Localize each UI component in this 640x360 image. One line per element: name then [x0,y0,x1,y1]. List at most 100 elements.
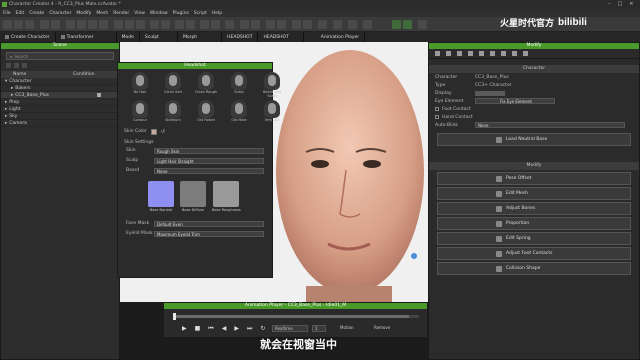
visibility-icon[interactable] [97,93,101,97]
hand-contact-checkbox[interactable] [435,115,439,119]
skin-dropdown[interactable]: Rough Skin [154,147,264,154]
maximize-icon[interactable]: □ [618,1,623,7]
light-icon[interactable] [150,20,159,29]
animation-player-tab[interactable]: Animation Player [316,32,366,42]
expand-icon[interactable]: ▸ [11,93,13,98]
select-icon[interactable] [66,20,75,29]
menu-window[interactable]: Window [150,11,168,16]
minimize-icon[interactable]: – [608,1,611,7]
menu-mesh[interactable]: Mesh [96,11,108,16]
redo-icon[interactable] [51,20,60,29]
headshot-tab[interactable]: HEADSHOT [222,32,259,42]
scene-tab-icon[interactable] [14,63,19,68]
menu-edit[interactable]: Edit [16,11,25,16]
view-icon[interactable] [186,20,195,29]
expand-icon[interactable]: ▸ [5,121,7,126]
menu-modify[interactable]: Modify [76,11,91,16]
map-diffuse[interactable]: Base Diffuse [180,180,206,212]
modify-tab-icon[interactable] [490,51,495,56]
head-preset[interactable]: Scalp [225,72,253,98]
bone-icon[interactable] [251,20,260,29]
foot-contact-checkbox[interactable] [435,107,439,111]
scalp-dropdown[interactable]: Light Hair Straight [154,157,264,164]
modify-tab-icon[interactable] [523,51,528,56]
undo-icon[interactable] [40,20,49,29]
export-icon[interactable] [363,20,372,29]
edit-mesh-button[interactable]: Edit Mesh [437,187,631,200]
edit-spring-button[interactable]: Edit Spring [437,232,631,245]
head-preset[interactable]: Beard and Scalp [258,72,286,98]
body-icon[interactable] [277,20,286,29]
scene-item-bakers[interactable]: ▸ Bakers [1,85,119,92]
expand-icon[interactable]: ▾ [5,79,7,84]
scene-item-prop[interactable]: ▸ Prop [1,99,119,106]
plugin2-icon[interactable] [403,20,412,29]
menu-render[interactable]: Render [113,11,129,16]
plugin-icon[interactable] [392,20,401,29]
headshot2-tab[interactable]: HEADSHOT [258,32,304,42]
eyelid-mask-dropdown[interactable]: Maximum Eyelid Trim [154,230,264,237]
open-icon[interactable] [14,20,23,29]
menu-help[interactable]: Help [212,11,222,16]
menu-character[interactable]: Character [49,11,71,16]
scene-tab-icon[interactable] [22,63,27,68]
accessory-icon[interactable] [348,20,357,29]
prev-icon[interactable]: ⏮ [208,325,213,333]
eye-element-button[interactable]: Fix Eye Element [475,98,555,104]
camera-icon[interactable] [114,20,123,29]
morph-icon[interactable] [240,20,249,29]
motion-button[interactable]: Motion [340,325,354,330]
collision-shape-button[interactable]: Collision Shape [437,262,631,275]
pan-icon[interactable] [136,20,145,29]
load-neutral-button[interactable]: Load Neutral Base [437,133,631,146]
modify-tab-icon[interactable] [468,51,473,56]
render-icon[interactable] [161,20,170,29]
modify-tab-icon[interactable] [501,51,506,56]
new-icon[interactable] [3,20,12,29]
expand-icon[interactable]: ▸ [5,107,7,112]
transformer-tab[interactable]: Transformer [56,32,117,42]
map-roughness[interactable]: Base Roughness [212,180,241,212]
texture-icon[interactable] [225,20,234,29]
wire-icon[interactable] [200,20,209,29]
display-icons[interactable] [475,90,505,96]
face-mask-dropdown[interactable]: Default Even [154,220,264,227]
remove-button[interactable]: Remove [374,325,390,330]
frame-field[interactable]: 1 [312,325,326,332]
head-preset[interactable]: Old Faded [192,100,220,123]
grid-icon[interactable] [175,20,184,29]
morph-tab[interactable]: Morph [178,32,223,42]
proportion-button[interactable]: Proportion [437,217,631,230]
head-preset[interactable]: Contour [126,100,154,123]
head-preset[interactable]: Very Old [258,100,286,123]
adjust-bones-button[interactable]: Adjust Bones [437,202,631,215]
expand-icon[interactable]: ▸ [5,100,7,105]
forward-icon[interactable]: ▶ [234,325,239,333]
scene-item-character[interactable]: ▾ Character [1,78,119,85]
menu-view[interactable]: View [134,11,145,16]
stop-icon[interactable]: ■ [195,325,201,333]
scene-item-light[interactable]: ▸ Light [1,106,119,113]
save-icon[interactable] [25,20,34,29]
shade-icon[interactable] [211,20,220,29]
cloth-icon[interactable] [333,20,342,29]
head-preset[interactable]: Sideburn [159,100,187,123]
expand-icon[interactable]: ▸ [11,86,13,91]
sculpt-tab[interactable]: Sculpt [140,32,178,42]
head-preset[interactable]: Clean Soft [159,72,187,98]
zoom-icon[interactable] [125,20,134,29]
help-icon[interactable] [418,20,427,29]
head-preset[interactable]: Old Male [225,100,253,123]
pose-icon[interactable] [266,20,275,29]
head-preset[interactable]: No Hair [126,72,154,98]
next-icon[interactable]: ⏭ [247,325,252,333]
move-icon[interactable] [77,20,86,29]
timeline-track[interactable] [173,313,419,320]
create-character-tab[interactable]: Create Character [0,32,56,42]
map-normal[interactable]: Base Normal [148,180,174,212]
scene-item-camera[interactable]: ▸ Camera [1,120,119,127]
loop-icon[interactable]: ↻ [260,325,265,333]
expand-icon[interactable]: ▸ [5,114,7,119]
auto-blink-dropdown[interactable]: None [475,122,625,128]
menu-script[interactable]: Script [194,11,207,16]
